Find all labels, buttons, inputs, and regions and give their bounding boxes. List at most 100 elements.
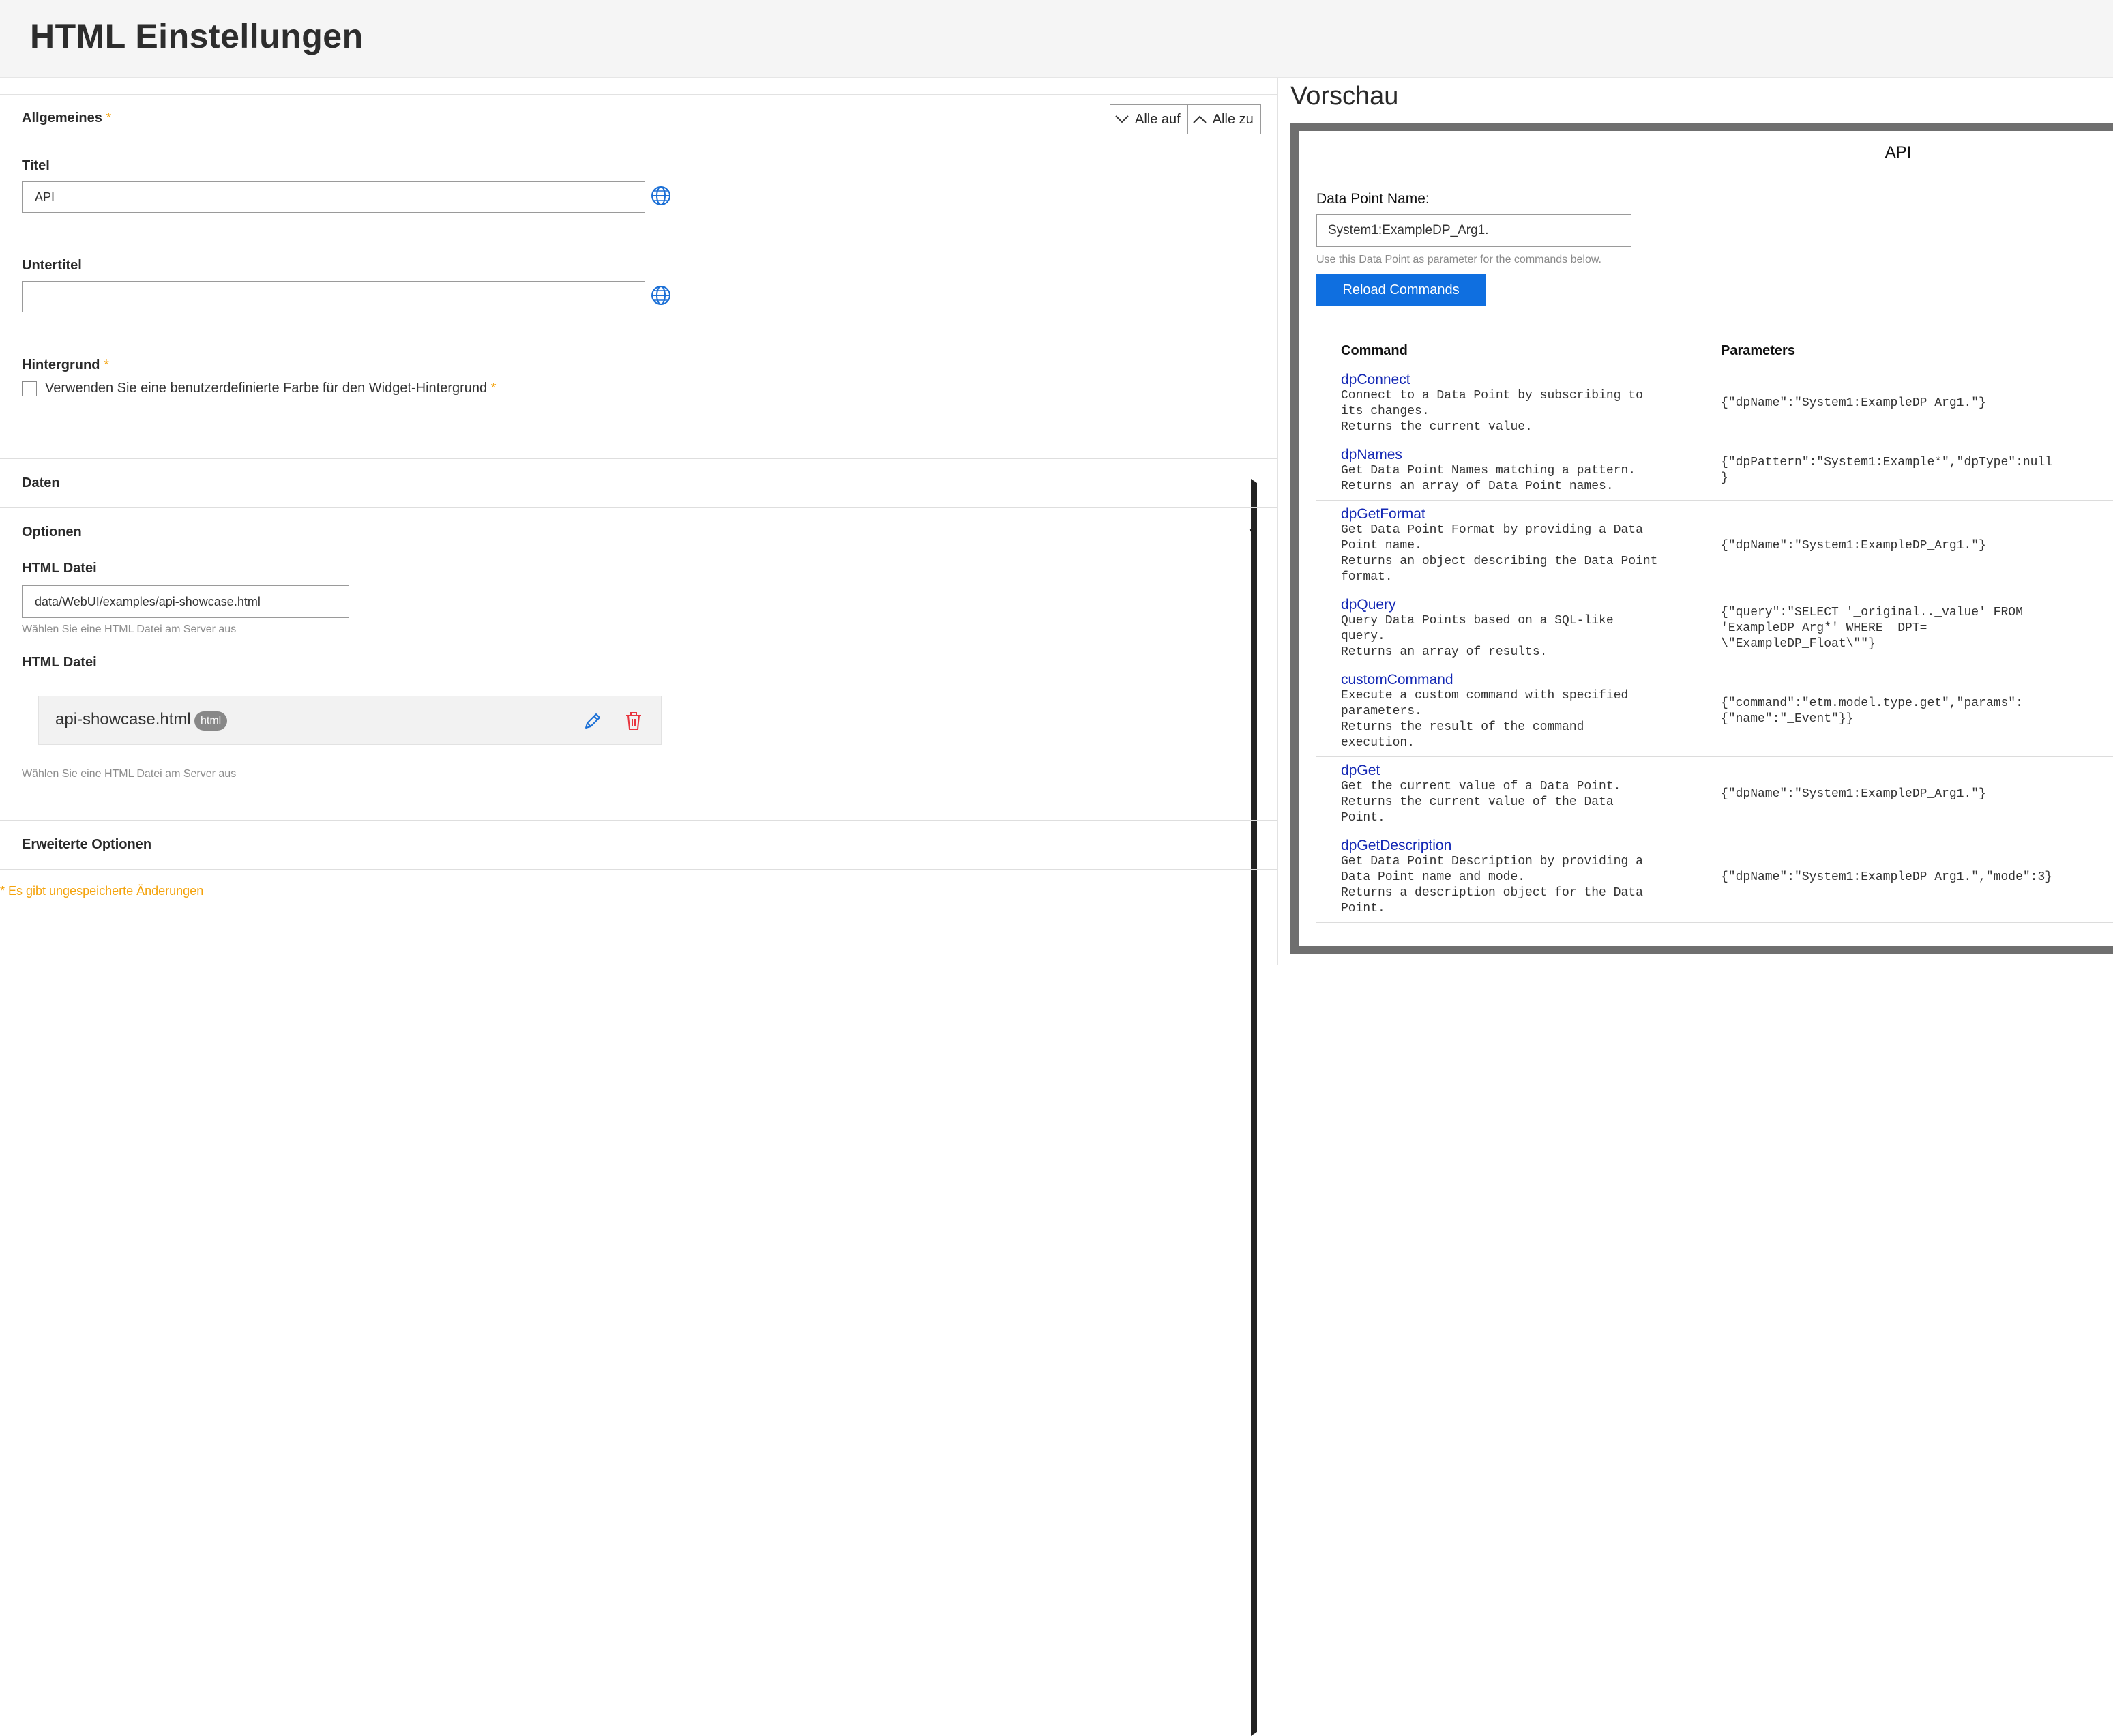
col-parameters-header: Parameters	[1721, 336, 2113, 366]
untertitel-input[interactable]	[22, 281, 645, 312]
settings-panel: Allgemeines * Alle auf Alle zu Titel Unt…	[0, 78, 1278, 1736]
parameters-cell: {"dpName":"System1:ExampleDP_Arg1.","mod…	[1721, 832, 2113, 923]
command-parameters: {"dpName":"System1:ExampleDP_Arg1."}	[1721, 787, 1986, 801]
untertitel-label: Untertitel	[22, 258, 82, 273]
table-spacer	[1316, 336, 1341, 366]
file-hint: Wählen Sie eine HTML Datei am Server aus	[22, 768, 237, 780]
dp-name-hint: Use this Data Point as parameter for the…	[1316, 254, 1601, 265]
table-spacer	[1316, 666, 1341, 757]
expand-all-button[interactable]: Alle auf	[1110, 104, 1188, 134]
command-cell: dpGet Get the current value of a Data Poi…	[1341, 756, 1721, 832]
command-cell: dpGetDescription Get Data Point Descripti…	[1341, 832, 1721, 923]
table-spacer	[1316, 591, 1341, 666]
chevron-up-icon	[1193, 115, 1207, 123]
parameters-cell: {"dpName":"System1:ExampleDP_Arg1."}	[1721, 500, 2113, 591]
command-cell: customCommand Execute a custom command wi…	[1341, 666, 1721, 757]
globe-icon[interactable]	[650, 284, 672, 306]
section-general-title: Allgemeines *	[22, 111, 111, 126]
chevron-down-icon	[1115, 115, 1129, 123]
custom-color-checkbox[interactable]	[22, 381, 37, 396]
preview-frame: API Data Point Name: Use this Data Point…	[1290, 123, 2113, 954]
command-description: Get Data Point Description by providing …	[1341, 855, 1643, 915]
table-row: dpQuery Query Data Points based on a SQL-…	[1316, 591, 2113, 666]
command-link[interactable]: customCommand	[1341, 672, 1721, 688]
table-spacer	[1316, 366, 1341, 441]
command-parameters: {"dpPattern":"System1:Example*","dpType"…	[1721, 456, 2053, 485]
divider	[0, 458, 1277, 459]
command-description: Get the current value of a Data Point. R…	[1341, 780, 1621, 825]
table-row: dpConnect Connect to a Data Point by subs…	[1316, 366, 2113, 441]
command-parameters: {"query":"SELECT '_original.._value' FRO…	[1721, 606, 2023, 651]
command-link[interactable]: dpNames	[1341, 447, 1721, 463]
section-general-label: Allgemeines	[22, 111, 102, 126]
html-file-hint: Wählen Sie eine HTML Datei am Server aus	[22, 623, 237, 635]
unsaved-changes-notice: * Es gibt ungespeicherte Änderungen	[0, 884, 204, 898]
command-link[interactable]: dpGetFormat	[1341, 506, 1721, 523]
custom-color-label: Verwenden Sie eine benutzerdefinierte Fa…	[45, 381, 497, 396]
command-cell: dpQuery Query Data Points based on a SQL-…	[1341, 591, 1721, 666]
command-link[interactable]: dpConnect	[1341, 372, 1721, 388]
command-description: Get Data Point Names matching a pattern.…	[1341, 464, 1636, 493]
widget-title: API	[1885, 143, 1912, 162]
hintergrund-label: Hintergrund *	[22, 357, 109, 373]
table-row: dpGetDescription Get Data Point Descripti…	[1316, 832, 2113, 923]
command-description: Connect to a Data Point by subscribing t…	[1341, 389, 1643, 434]
collapse-all-button[interactable]: Alle zu	[1187, 104, 1261, 134]
required-marker: *	[106, 111, 112, 126]
caret-right-icon[interactable]	[1251, 840, 2090, 1736]
col-command-header: Command	[1341, 336, 1721, 366]
command-link[interactable]: dpGet	[1341, 763, 1721, 779]
table-spacer	[1316, 441, 1341, 501]
custom-color-label-text: Verwenden Sie eine benutzerdefinierte Fa…	[45, 381, 488, 396]
trash-icon[interactable]	[623, 710, 645, 732]
file-name: api-showcase.html	[55, 710, 191, 729]
html-file-path-input[interactable]	[22, 585, 349, 618]
parameters-cell: {"dpName":"System1:ExampleDP_Arg1."}	[1721, 756, 2113, 832]
titel-input[interactable]	[22, 181, 645, 213]
page-title: HTML Einstellungen	[30, 17, 364, 55]
parameters-cell: {"dpPattern":"System1:Example*","dpType"…	[1721, 441, 2113, 501]
command-cell: dpNames Get Data Point Names matching a p…	[1341, 441, 1721, 501]
section-daten-header[interactable]: Daten	[22, 475, 60, 491]
command-parameters: {"dpName":"System1:ExampleDP_Arg1."}	[1721, 396, 1986, 410]
command-description: Execute a custom command with specified …	[1341, 689, 1629, 750]
divider	[0, 820, 1277, 821]
expand-collapse-group: Alle auf Alle zu	[1110, 104, 1261, 134]
command-description: Get Data Point Format by providing a Dat…	[1341, 523, 1658, 584]
commands-table: Command Parameters dpConnect Connect to a…	[1316, 336, 2113, 923]
page-header: HTML Einstellungen	[0, 0, 2113, 78]
html-file-label-2: HTML Datei	[22, 655, 97, 670]
pencil-icon[interactable]	[582, 710, 604, 732]
caret-down-icon[interactable]	[1249, 529, 1257, 535]
command-parameters: {"dpName":"System1:ExampleDP_Arg1."}	[1721, 538, 1986, 553]
command-description: Query Data Points based on a SQL-like qu…	[1341, 614, 1614, 659]
table-row: dpGet Get the current value of a Data Poi…	[1316, 756, 2113, 832]
hintergrund-label-text: Hintergrund	[22, 357, 100, 372]
collapse-all-label: Alle zu	[1212, 111, 1254, 127]
section-optionen-header[interactable]: Optionen	[22, 525, 82, 540]
table-row: customCommand Execute a custom command wi…	[1316, 666, 2113, 757]
commands-table-body: dpConnect Connect to a Data Point by subs…	[1316, 366, 2113, 923]
reload-commands-button[interactable]: Reload Commands	[1316, 274, 1486, 306]
dp-name-label: Data Point Name:	[1316, 191, 1430, 207]
command-parameters: {"command":"etm.model.type.get","params"…	[1721, 696, 2023, 726]
divider	[0, 869, 1277, 870]
command-link[interactable]: dpGetDescription	[1341, 838, 1721, 854]
table-row: dpNames Get Data Point Names matching a p…	[1316, 441, 2113, 501]
required-marker: *	[104, 357, 109, 372]
table-header-row: Command Parameters	[1316, 336, 2113, 366]
table-spacer	[1316, 832, 1341, 923]
parameters-cell: {"query":"SELECT '_original.._value' FRO…	[1721, 591, 2113, 666]
section-erweitert-header[interactable]: Erweiterte Optionen	[22, 837, 151, 853]
expand-all-label: Alle auf	[1135, 111, 1181, 127]
command-link[interactable]: dpQuery	[1341, 597, 1721, 613]
table-spacer	[1316, 756, 1341, 832]
table-row: dpGetFormat Get Data Point Format by prov…	[1316, 500, 2113, 591]
globe-icon[interactable]	[650, 185, 672, 207]
titel-label: Titel	[22, 158, 50, 173]
file-card: api-showcase.html html	[38, 696, 662, 745]
command-cell: dpGetFormat Get Data Point Format by prov…	[1341, 500, 1721, 591]
dp-name-input[interactable]	[1316, 214, 1631, 247]
command-cell: dpConnect Connect to a Data Point by subs…	[1341, 366, 1721, 441]
parameters-cell: {"dpName":"System1:ExampleDP_Arg1."}	[1721, 366, 2113, 441]
